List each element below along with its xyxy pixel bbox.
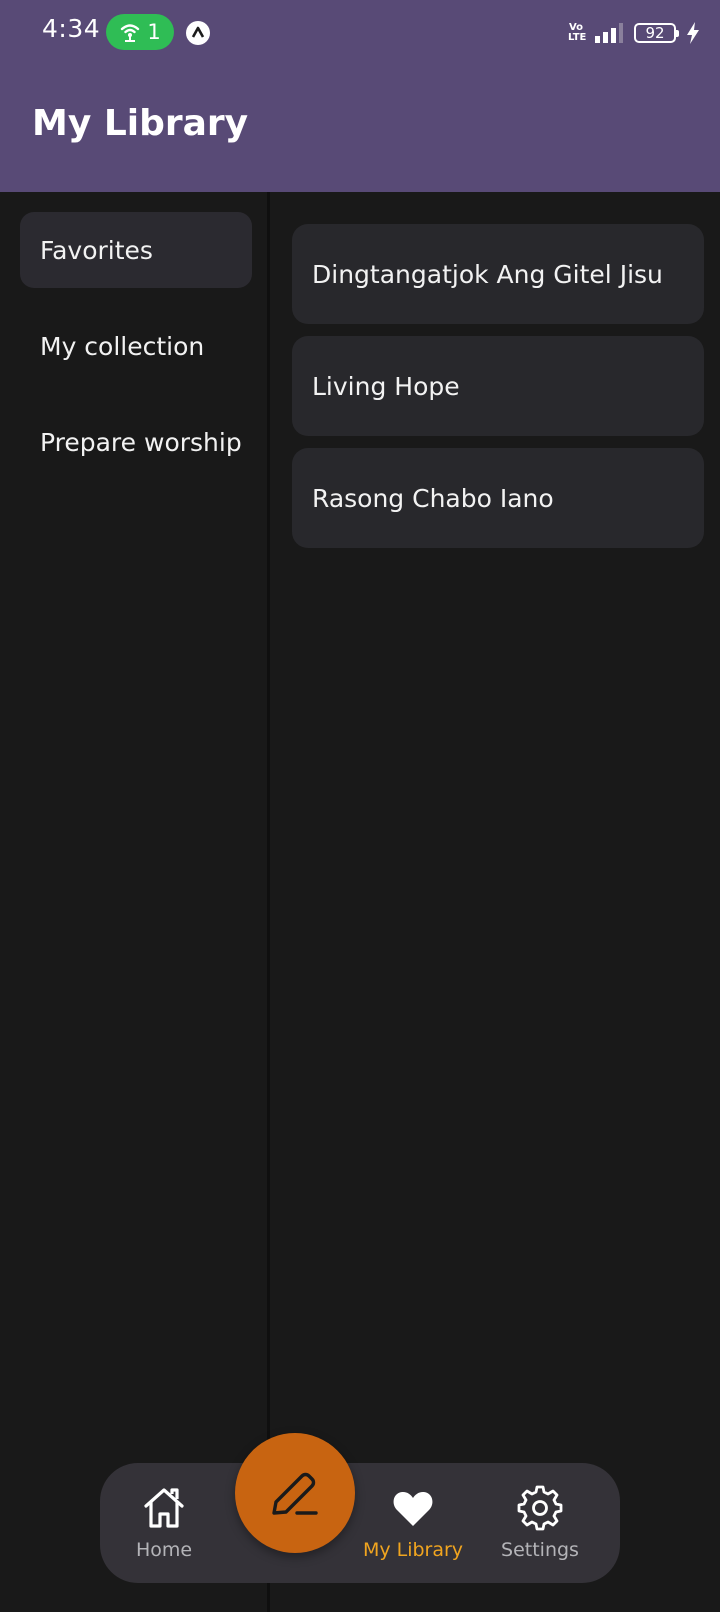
- nav-my-library-label: My Library: [362, 1539, 464, 1561]
- app-notification-icon: [186, 21, 210, 45]
- nav-home[interactable]: Home: [99, 1463, 229, 1583]
- app-header: 4:34 1 Vo LTE 92 My Library: [0, 0, 720, 192]
- hotspot-icon: [121, 24, 140, 42]
- song-item[interactable]: Rasong Chabo Iano: [292, 448, 704, 548]
- volte-icon: Vo LTE: [568, 22, 587, 43]
- screen: 4:34 1 Vo LTE 92 My Library Favorites My…: [0, 0, 720, 1612]
- compose-fab-button[interactable]: [235, 1433, 355, 1553]
- song-item[interactable]: Living Hope: [292, 336, 704, 436]
- hotspot-indicator: 1: [106, 14, 174, 50]
- battery-level: 92: [645, 24, 665, 42]
- library-sidebar: Favorites My collection Prepare worship: [0, 192, 270, 1612]
- bottom-navigation: Home My Library Settings: [100, 1463, 620, 1583]
- charging-icon: [687, 22, 699, 44]
- heart-icon: [393, 1491, 433, 1526]
- nav-settings[interactable]: Settings: [475, 1463, 605, 1583]
- battery-icon: 92: [634, 23, 679, 43]
- song-item[interactable]: Dingtangatjok Ang Gitel Jisu: [292, 224, 704, 324]
- sidebar-item-my-collection[interactable]: My collection: [20, 308, 252, 384]
- sidebar-item-favorites[interactable]: Favorites: [20, 212, 252, 288]
- nav-settings-label: Settings: [501, 1539, 579, 1561]
- pencil-icon: [272, 1472, 318, 1515]
- hotspot-count: 1: [147, 20, 161, 44]
- page-title: My Library: [32, 103, 249, 144]
- status-time: 4:34: [42, 14, 101, 43]
- status-bar: 4:34 1 Vo LTE 92: [0, 0, 720, 66]
- nav-home-label: Home: [135, 1539, 193, 1561]
- nav-my-library[interactable]: My Library: [348, 1463, 478, 1583]
- home-icon: [144, 1488, 184, 1528]
- signal-icon: [595, 23, 623, 43]
- sidebar-item-prepare-worship[interactable]: Prepare worship: [20, 404, 252, 480]
- gear-icon: [517, 1485, 563, 1531]
- status-icons: Vo LTE 92: [568, 18, 700, 48]
